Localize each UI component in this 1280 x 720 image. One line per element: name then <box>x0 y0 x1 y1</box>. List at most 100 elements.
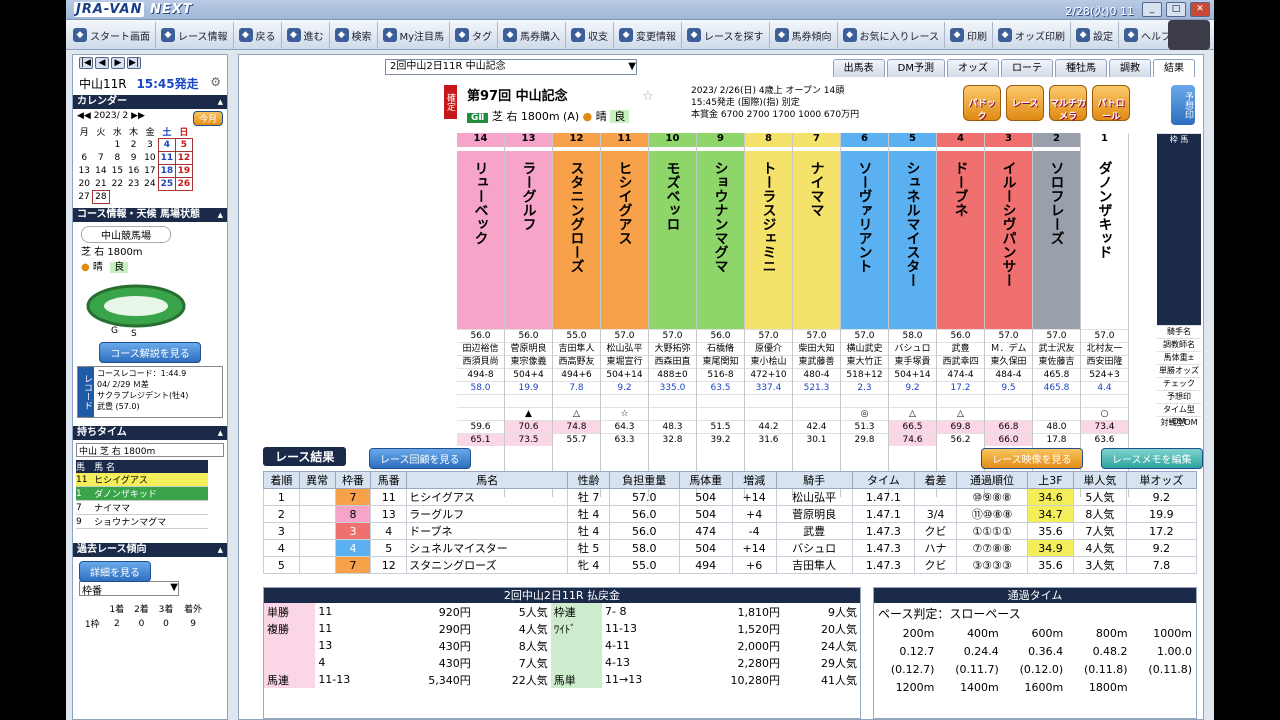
result-row[interactable]: 3 3 4 ドーブネ牡 4 56.0 474 -4 武豊 1.47.3 クビ ①①①① 35.6 7人気… <box>263 522 1198 540</box>
cal-day[interactable]: 23 <box>126 178 142 191</box>
toolbar-button[interactable]: ◆ 検索 <box>330 22 378 48</box>
cal-day[interactable]: 22 <box>109 178 125 191</box>
cal-day[interactable]: 15 <box>109 165 125 178</box>
cal-day[interactable]: 11 <box>157 151 176 165</box>
gear-icon[interactable]: ⚙ <box>210 75 221 89</box>
time-row[interactable]: 9 ショウナンマグマ <box>76 514 208 529</box>
toolbar-button[interactable]: ◆ 戻る <box>234 22 282 48</box>
result-row[interactable]: 5 7 12 スタニングローズ牝 4 55.0 494 +6 吉田隼人 1.47.3 クビ ③③③③… <box>263 556 1198 574</box>
cal-day[interactable]: 16 <box>126 165 142 178</box>
cal-day[interactable]: 27 <box>76 191 93 204</box>
cal-day[interactable]: 19 <box>174 164 193 178</box>
horse-column[interactable]: 6 ソーヴァリアント 57.0 横山武史 東大竹正 518+12 2.3 ◎ 51.3 29.8 <box>841 133 889 497</box>
horse-column[interactable]: 13 ラーグルフ 56.0 菅原明良 東宗像義 504+4 19.9 ▲ 70.6 73.5 <box>505 133 553 497</box>
cal-day[interactable]: 4 <box>157 138 176 152</box>
toolbar-button[interactable]: ◆ スタート画面 <box>68 22 156 48</box>
cal-day[interactable]: 13 <box>76 165 93 178</box>
race-review-button[interactable]: レース回顧を見る <box>369 448 471 469</box>
today-button[interactable]: 今月 <box>192 111 223 126</box>
horse-column[interactable]: 11 ヒシイグアス 57.0 松山弘平 東堀宣行 504+14 9.2 ☆ 64.3 63.3 <box>601 133 649 497</box>
tab-3[interactable]: ローテ <box>1001 59 1053 77</box>
toolbar-button[interactable]: ◆ My注目馬 <box>378 22 451 48</box>
horse-column[interactable]: 12 スタニングローズ 55.0 吉田隼人 西高野友 494+6 7.8 △ 74.8 55.7 <box>553 133 601 497</box>
trend-detail-button[interactable]: 詳細を見る <box>79 561 151 582</box>
toolbar-button[interactable]: ◆ 馬券購入 <box>498 22 567 48</box>
cal-day[interactable]: 8 <box>109 152 125 165</box>
cal-day[interactable]: 18 <box>157 164 176 178</box>
prev-icon[interactable]: ◀ <box>95 57 109 69</box>
tab-1[interactable]: DM予測 <box>886 59 945 77</box>
cal-day[interactable]: 12 <box>174 151 193 165</box>
cal-day[interactable]: 21 <box>93 178 110 191</box>
toolbar-button[interactable]: ◆ 変更情報 <box>614 22 683 48</box>
toolbar-button[interactable]: ◆ 印刷 <box>945 22 994 48</box>
media-button-3[interactable]: パトロール <box>1092 85 1130 122</box>
next-icon[interactable]: ▶ <box>111 57 125 69</box>
cal-day[interactable]: 17 <box>142 165 159 178</box>
horse-column[interactable]: 2 ソロフレーズ 57.0 武士沢友 東佐藤吉 465.8 465.8 48.0 17.8 <box>1033 133 1081 497</box>
toolbar-button[interactable]: ◆ 設定 <box>1071 22 1120 48</box>
cal-day[interactable]: 1 <box>109 139 125 152</box>
media-button-2[interactable]: マルチカメラ <box>1049 85 1087 122</box>
tab-2[interactable]: オッズ <box>947 59 999 77</box>
tab-6[interactable]: 結果 <box>1153 59 1195 77</box>
media-button-0[interactable]: パドック <box>963 85 1001 122</box>
time-row[interactable]: 7 ナイママ <box>76 500 208 515</box>
first-icon[interactable]: |◀ <box>79 57 93 69</box>
star-icon[interactable]: ☆ <box>642 89 654 104</box>
horse-column[interactable]: 9 ショウナンマグマ 56.0 石橋脩 東尾関知 516-8 63.5 51.5 39.2 <box>697 133 745 497</box>
toolbar-button[interactable]: ◆ レースを探す <box>682 22 770 48</box>
close-button[interactable]: ✕ <box>1190 2 1210 17</box>
result-row[interactable]: 1 7 11 ヒシイグアス牡 7 57.0 504 +14 松山弘平 1.47.1 ⑩⑨⑧⑧ 34.… <box>263 488 1198 506</box>
prediction-mark-button[interactable]: 予想印 <box>1171 85 1195 125</box>
horse-column[interactable]: 4 ドーブネ 56.0 武豊 西武幸四 474-4 17.2 △ 69.8 56.2 <box>937 133 985 497</box>
toolbar-button[interactable]: ◆ 収支 <box>566 22 615 48</box>
result-row[interactable]: 2 8 13 ラーグルフ牡 4 56.0 504 +4 菅原明良 1.47.1 3/4 ⑪⑩⑧⑧ 34… <box>263 505 1198 523</box>
toolbar-button[interactable]: ◆ レース情報 <box>156 22 234 48</box>
maximize-button[interactable]: □ <box>1166 2 1186 17</box>
toolbar-button[interactable]: ◆ オッズ印刷 <box>993 22 1072 48</box>
race-video-button[interactable]: レース映像を見る <box>981 448 1083 469</box>
minimize-button[interactable]: _ <box>1142 2 1162 17</box>
last-icon[interactable]: ▶| <box>127 57 141 69</box>
cal-day[interactable]: 6 <box>76 152 93 165</box>
horse-column[interactable]: 7 ナイママ 57.0 柴田大知 東武藤善 480-4 521.3 42.4 30.1 <box>793 133 841 497</box>
horse-column[interactable]: 8 トーラスジェミニ 57.0 原優介 東小桧山 472+10 337.4 44.2 31.6 <box>745 133 793 497</box>
horse-column[interactable]: 14 リューベック 56.0 田辺裕信 西須貝尚 494-8 58.0 59.6 65.1 <box>457 133 505 497</box>
cal-prev-icon[interactable]: ◀◀ <box>77 111 91 121</box>
cal-day[interactable]: 5 <box>174 138 193 152</box>
cal-next-icon[interactable]: ▶▶ <box>131 111 145 121</box>
cal-day[interactable]: 20 <box>76 178 93 191</box>
toolbar-button[interactable]: ◆ 馬券傾向 <box>770 22 838 48</box>
horse-column[interactable]: 3 イルーシヴパンサー 57.0 Ｍ．デム 東久保田 484-4 9.5 66.8 66.0 <box>985 133 1033 497</box>
horse-column[interactable]: 10 モズベッロ 57.0 大野拓弥 西森田直 488±0 335.0 48.3 32.8 <box>649 133 697 497</box>
toolbar-button[interactable]: ◆ 進む <box>282 22 330 48</box>
cal-day[interactable]: 10 <box>142 152 159 165</box>
time-row[interactable]: 1 ダノンザキッド <box>76 486 208 501</box>
cal-day[interactable]: 2 <box>126 139 142 152</box>
course-explain-button[interactable]: コース解説を見る <box>99 342 201 363</box>
cal-day[interactable]: 3 <box>142 139 159 152</box>
tab-5[interactable]: 調教 <box>1109 59 1151 77</box>
time-filter[interactable]: 中山 芝 右 1800m <box>76 443 224 457</box>
horse-column[interactable]: 5 シュネルマイスター 58.0 バシュロ 東手塚貴 504+14 9.2 △ 66.5 74.6 <box>889 133 937 497</box>
toolbar-button[interactable]: ◆ お気に入りレース <box>838 22 946 48</box>
cal-day[interactable]: 14 <box>93 165 110 178</box>
media-button-1[interactable]: レース <box>1006 85 1044 121</box>
cal-day[interactable]: 28 <box>92 190 110 204</box>
mascot-icon[interactable] <box>1168 20 1210 50</box>
tab-4[interactable]: 種牡馬 <box>1055 59 1107 77</box>
trend-select[interactable]: 枠番 ▼ <box>79 581 179 597</box>
cal-day[interactable]: 7 <box>93 152 110 165</box>
tab-0[interactable]: 出馬表 <box>832 59 885 77</box>
cal-day[interactable]: 9 <box>126 152 142 165</box>
horse-column[interactable]: 1 ダノンザキッド 57.0 北村友一 西安田隆 524+3 4.4 ○ 73.4 63.6 <box>1081 133 1129 497</box>
race-selector[interactable]: 2回中山2日11R 中山記念 ▼ <box>385 59 637 75</box>
race-memo-button[interactable]: レースメモを編集 <box>1101 448 1203 469</box>
toolbar-button[interactable]: ◆ タグ <box>450 22 499 48</box>
cal-day[interactable]: 24 <box>142 178 159 191</box>
result-row[interactable]: 4 4 5 シュネルマイスター牡 5 58.0 504 +14 バシュロ 1.47.3 ハナ ⑦⑦⑧… <box>263 539 1198 557</box>
cal-day[interactable]: 25 <box>157 177 176 191</box>
time-row[interactable]: 11 ヒシイグアス <box>76 473 208 487</box>
cal-day[interactable]: 26 <box>174 177 193 191</box>
